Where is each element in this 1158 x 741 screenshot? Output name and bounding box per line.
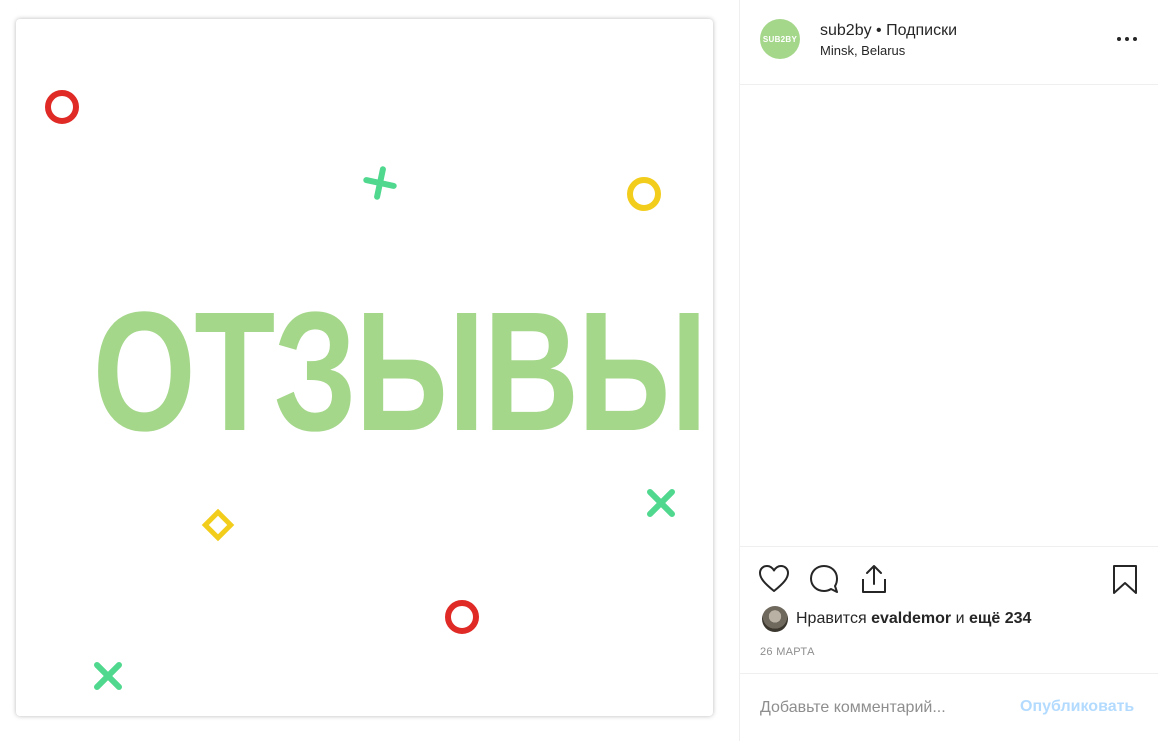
save-button[interactable] <box>1109 563 1141 595</box>
comment-icon <box>810 565 838 593</box>
likes-text: Нравится evaldemor и ещё 234 <box>796 610 1031 628</box>
comments-area[interactable] <box>740 85 1158 546</box>
yellow-ring-icon <box>627 177 661 211</box>
actions-divider <box>740 546 1158 547</box>
comment-button[interactable] <box>808 563 840 595</box>
like-button[interactable] <box>758 563 790 595</box>
heart-icon <box>759 565 789 592</box>
post-header: SUB2BY sub2by • Подписки Minsk, Belarus <box>740 0 1158 85</box>
red-ring-icon <box>45 90 79 124</box>
more-horizontal-icon <box>1117 37 1137 41</box>
likes-prefix: Нравится <box>796 610 867 627</box>
post-side-panel: SUB2BY sub2by • Подписки Minsk, Belarus <box>740 0 1158 741</box>
more-options-button[interactable] <box>1112 24 1142 54</box>
red-ring-icon <box>445 600 479 634</box>
liker-avatar[interactable] <box>762 606 788 632</box>
liker-username-link[interactable]: evaldemor <box>871 610 951 627</box>
post-image[interactable]: ОТЗЫВЫ <box>16 19 713 716</box>
likes-conjunction: и <box>955 610 965 627</box>
green-cross-icon <box>363 166 397 200</box>
share-icon <box>862 565 886 593</box>
following-button[interactable]: Подписки <box>886 22 957 39</box>
avatar-logo-text: SUB2BY <box>762 34 798 44</box>
publish-button[interactable]: Опубликовать <box>1020 698 1134 716</box>
share-button[interactable] <box>858 563 890 595</box>
green-cross-icon <box>647 489 675 517</box>
yellow-diamond-icon <box>201 508 235 542</box>
likes-count-link[interactable]: ещё 234 <box>969 610 1031 627</box>
comment-divider <box>740 673 1158 674</box>
post-image-title: ОТЗЫВЫ <box>92 277 708 467</box>
comment-input[interactable] <box>760 696 1020 720</box>
green-cross-icon <box>94 662 122 690</box>
separator-dot: • <box>876 22 882 39</box>
post-date[interactable]: 26 МАРТА <box>760 646 815 658</box>
username-link[interactable]: sub2by <box>820 22 872 39</box>
avatar[interactable]: SUB2BY <box>760 19 800 59</box>
location-link[interactable]: Minsk, Belarus <box>820 43 905 58</box>
post-author: sub2by • Подписки <box>820 22 957 40</box>
likes-summary: Нравится evaldemor и ещё 234 <box>762 605 1152 633</box>
bookmark-icon <box>1113 565 1137 594</box>
